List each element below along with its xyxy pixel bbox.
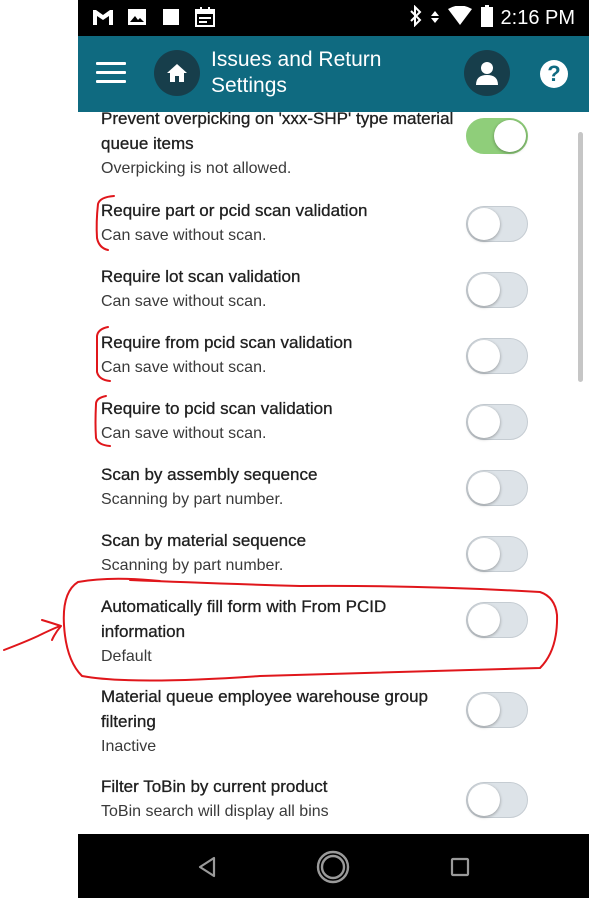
setting-label: Require from pcid scan validation (101, 333, 353, 352)
setting-toggle-switch[interactable] (466, 692, 528, 728)
status-time: 2:16 PM (500, 7, 575, 29)
home-circle-icon (316, 850, 350, 884)
setting-label: Prevent overpicking on 'xxx-SHP' type ma… (101, 112, 454, 153)
setting-toggle-switch[interactable] (466, 206, 528, 242)
setting-toggle-switch[interactable] (466, 470, 528, 506)
bluetooth-icon (409, 4, 423, 32)
toggle-knob (468, 784, 500, 816)
person-icon (476, 62, 498, 85)
calendar-icon (194, 7, 216, 27)
back-triangle-icon (198, 856, 216, 878)
toggle-knob (494, 120, 526, 152)
square-icon (160, 7, 182, 27)
setting-label: Material queue employee warehouse group … (101, 687, 428, 731)
setting-label: Automatically fill form with From PCID i… (101, 597, 387, 641)
setting-label: Require to pcid scan validation (101, 399, 333, 418)
wifi-icon (447, 5, 473, 31)
arrow-mark (3, 625, 61, 651)
setting-toggle-switch[interactable] (466, 602, 528, 638)
setting-label: Scan by assembly sequence (101, 465, 318, 484)
toggle-knob (468, 340, 500, 372)
scrollbar-thumb[interactable] (578, 132, 583, 382)
settings-list: Prevent overpicking on 'xxx-SHP' type ma… (78, 112, 589, 834)
home-button[interactable] (154, 50, 200, 96)
toggle-knob (468, 472, 500, 504)
help-button[interactable]: ? (540, 60, 568, 88)
toggle-knob (468, 406, 500, 438)
toggle-knob (468, 274, 500, 306)
page-title: Issues and Return Settings (211, 48, 382, 97)
gmail-icon (92, 7, 114, 27)
recents-square-icon (450, 857, 470, 877)
hamburger-menu-icon[interactable] (96, 62, 126, 86)
setting-toggle-switch[interactable] (466, 404, 528, 440)
home-icon (167, 64, 187, 82)
setting-toggle-switch[interactable] (466, 118, 528, 154)
setting-description: Default (101, 648, 152, 665)
app-bar: Issues and Return Settings ? (78, 36, 589, 112)
setting-label: Filter ToBin by current product (101, 777, 328, 796)
user-account-button[interactable] (464, 50, 510, 96)
setting-toggle-switch[interactable] (466, 272, 528, 308)
setting-description: Overpicking is not allowed. (101, 160, 292, 177)
setting-label: Require part or pcid scan validation (101, 201, 368, 220)
setting-label: Scan by material sequence (101, 531, 307, 550)
toggle-knob (468, 604, 500, 636)
home-nav-button[interactable] (316, 850, 350, 884)
setting-description: Inactive (101, 738, 157, 755)
setting-label: Require lot scan validation (101, 267, 301, 286)
battery-icon (480, 5, 493, 32)
status-bar: 2:16 PM (78, 0, 589, 36)
data-arrows-icon (430, 10, 439, 28)
image-icon (126, 7, 148, 27)
navigation-bar (78, 834, 589, 898)
setting-toggle-switch[interactable] (466, 536, 528, 572)
setting-toggle-switch[interactable] (466, 338, 528, 374)
recents-button[interactable] (443, 850, 477, 884)
arrow-mark (41, 619, 62, 641)
setting-toggle-switch[interactable] (466, 782, 528, 818)
toggle-knob (468, 694, 500, 726)
toggle-knob (468, 208, 500, 240)
back-button[interactable] (190, 850, 224, 884)
toggle-knob (468, 538, 500, 570)
phone-screen: 2:16 PM Issues and Return Settings ? Pre… (78, 0, 589, 898)
